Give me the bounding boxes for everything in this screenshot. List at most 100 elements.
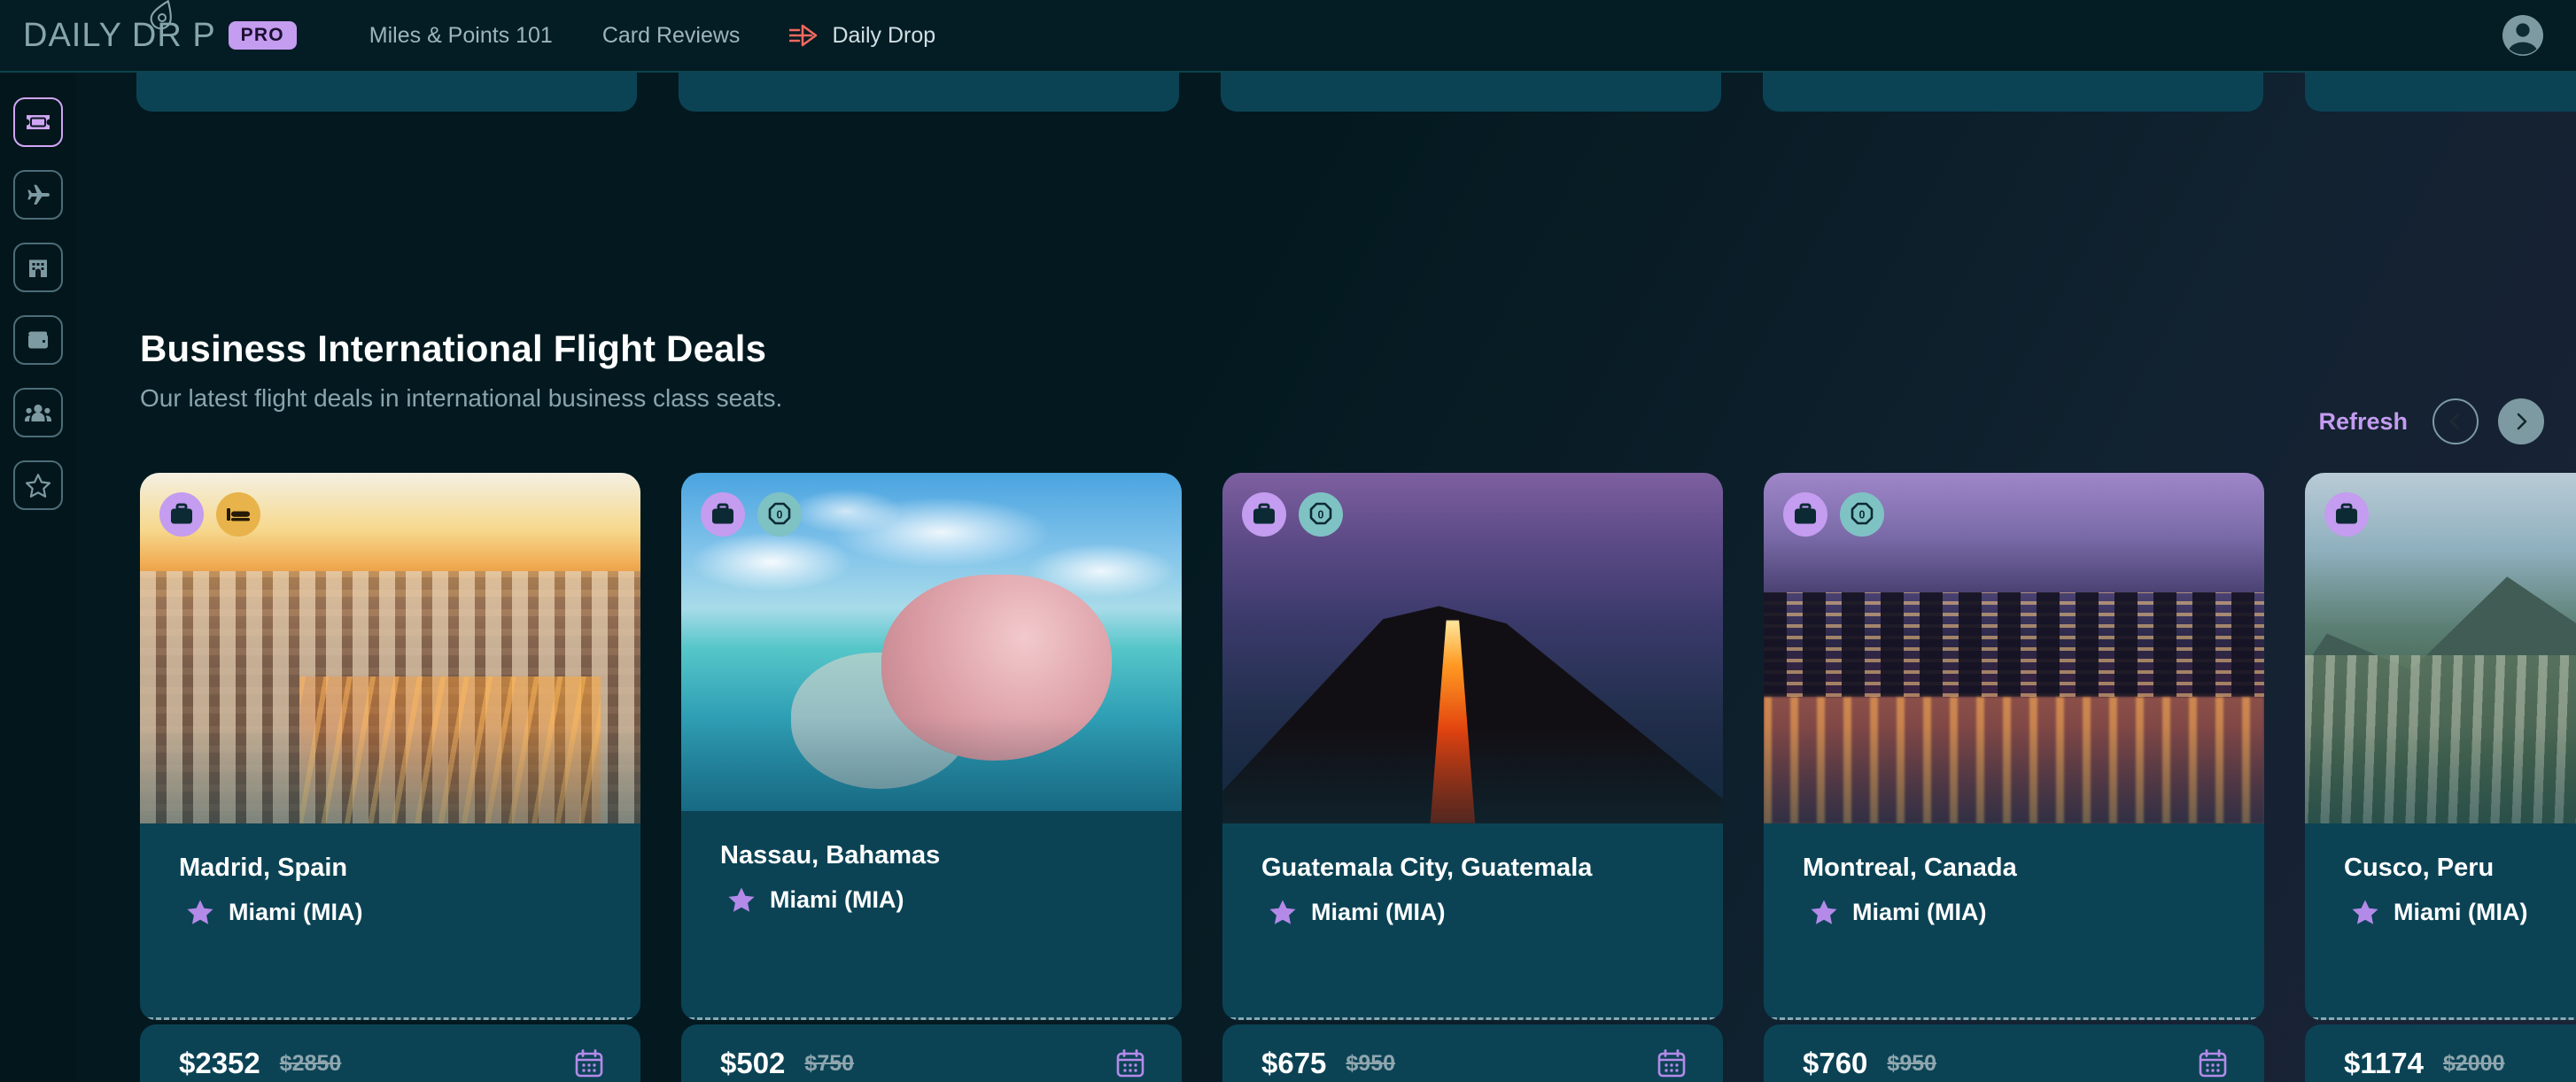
sidebar-item-saved[interactable] <box>13 460 63 510</box>
badge-nonstop: 0 <box>1299 492 1343 537</box>
deal-card-body: 0 Guatemala City, Guatemala Miami (MIA) <box>1222 473 1723 1020</box>
nonstop-zero-icon: 0 <box>768 502 791 525</box>
nonstop-zero-icon: 0 <box>1851 502 1874 525</box>
section-subtitle: Our latest flight deals in international… <box>140 384 783 412</box>
group-icon <box>25 404 51 421</box>
deal-origin-row: Miami (MIA) <box>720 886 1143 914</box>
brand-logo[interactable]: DAILY DR P PRO <box>23 0 297 55</box>
wallet-icon <box>28 331 48 349</box>
deal-calendar-button[interactable] <box>1656 1047 1688 1079</box>
refresh-button[interactable]: Refresh <box>2313 405 2413 439</box>
airplane-icon <box>27 184 50 205</box>
nav-link-label: Miles & Points 101 <box>369 22 553 48</box>
section-header: Business International Flight Deals Our … <box>140 328 2576 413</box>
sidebar-item-deals[interactable] <box>13 97 63 147</box>
calendar-icon <box>1657 1049 1686 1078</box>
svg-text:0: 0 <box>777 509 783 522</box>
deal-card-body: Cusco, Peru Miami (MIA) <box>2305 473 2576 1020</box>
deal-info: Montreal, Canada Miami (MIA) <box>1764 823 2264 926</box>
nav-link-daily-drop[interactable]: Daily Drop <box>764 16 960 56</box>
deal-card[interactable]: 0 Nassau, Bahamas Miami (MIA) $502 $750 <box>681 473 1182 1082</box>
nav-link-card-reviews[interactable]: Card Reviews <box>578 16 765 56</box>
deal-original-price: $950 <box>1346 1050 1396 1076</box>
badge-business-class <box>2324 492 2369 537</box>
star-icon <box>1269 900 1296 924</box>
deal-calendar-button[interactable] <box>573 1047 605 1079</box>
deal-price: $502 <box>720 1047 786 1079</box>
peek-card <box>1763 73 2263 112</box>
svg-text:0: 0 <box>1859 509 1866 522</box>
deal-card-body: 0 Montreal, Canada Miami (MIA) <box>1764 473 2264 1020</box>
deal-price: $675 <box>1261 1047 1327 1079</box>
deal-origin: Miami (MIA) <box>770 886 904 913</box>
deal-badges: 0 <box>701 492 802 537</box>
nav-link-miles-points-101[interactable]: Miles & Points 101 <box>345 16 578 56</box>
deal-badges: 0 <box>1242 492 1343 537</box>
sidebar-item-flights[interactable] <box>13 170 63 220</box>
calendar-icon <box>1116 1049 1144 1078</box>
deal-photo <box>140 473 640 823</box>
deal-price-bar: $1174 $2000 <box>2305 1024 2576 1082</box>
account-circle-icon <box>2502 15 2543 56</box>
calendar-icon <box>575 1049 603 1078</box>
star-outline-icon <box>25 473 51 498</box>
deal-card[interactable]: Cusco, Peru Miami (MIA) $1174 $2000 <box>2305 473 2576 1082</box>
deal-destination: Nassau, Bahamas <box>720 841 941 869</box>
nav-links: Miles & Points 101 Card Reviews Daily Dr… <box>345 16 960 56</box>
nav-link-label: Daily Drop <box>832 22 936 48</box>
carousel-prev-button[interactable] <box>2432 398 2479 444</box>
star-icon <box>187 900 213 924</box>
deal-calendar-button[interactable] <box>1114 1047 1146 1079</box>
deal-price: $2352 <box>179 1047 260 1079</box>
briefcase-icon <box>1795 503 1816 524</box>
deal-destination: Cusco, Peru <box>2344 854 2495 882</box>
sidebar-item-people[interactable] <box>13 388 63 437</box>
deal-info: Madrid, Spain Miami (MIA) <box>140 823 640 926</box>
deal-origin-row: Miami (MIA) <box>1803 899 2225 926</box>
carousel-next-button[interactable] <box>2498 398 2544 444</box>
nav-link-label: Card Reviews <box>601 22 741 48</box>
deal-info: Nassau, Bahamas Miami (MIA) <box>681 811 1182 914</box>
deal-origin: Miami (MIA) <box>1852 899 1987 925</box>
deal-card[interactable]: 0 Guatemala City, Guatemala Miami (MIA) <box>1222 473 1723 1082</box>
avatar[interactable] <box>2500 12 2546 58</box>
deal-price-bar: $760 $950 <box>1764 1024 2264 1082</box>
drop-icon <box>150 0 172 30</box>
svg-text:0: 0 <box>1318 509 1324 522</box>
sidebar-item-cards[interactable] <box>13 315 63 365</box>
deal-price: $1174 <box>2344 1047 2424 1079</box>
brand-wordmark: DAILY DR P <box>23 16 216 54</box>
sidebar-item-hotels[interactable] <box>13 243 63 292</box>
deal-card[interactable]: 0 Montreal, Canada Miami (MIA) $760 $950 <box>1764 473 2264 1082</box>
deal-calendar-button[interactable] <box>2197 1047 2229 1079</box>
briefcase-icon <box>1253 503 1275 524</box>
ticket-perforation <box>140 1017 640 1020</box>
badge-business-class <box>1242 492 1286 537</box>
app-root: DAILY DR P PRO Miles & Points 101 Card R… <box>0 0 2576 1082</box>
carousel-controls: Refresh <box>2313 398 2544 444</box>
badge-nonstop: 0 <box>1840 492 1884 537</box>
pro-badge: PRO <box>228 21 297 50</box>
badge-business-class <box>701 492 745 537</box>
deal-photo: 0 <box>681 473 1182 811</box>
deal-info: Guatemala City, Guatemala Miami (MIA) <box>1222 823 1723 926</box>
deal-origin-row: Miami (MIA) <box>179 899 601 926</box>
ticket-perforation <box>1764 1017 2264 1020</box>
deal-destination: Madrid, Spain <box>179 854 348 882</box>
deal-origin: Miami (MIA) <box>2394 899 2528 925</box>
deal-badges: 0 <box>1783 492 1884 537</box>
star-icon <box>728 887 755 912</box>
deal-photo: 0 <box>1764 473 2264 823</box>
deal-price-bar: $675 $950 <box>1222 1024 1723 1082</box>
deal-badges <box>159 492 260 537</box>
page-title: Business International Flight Deals <box>140 328 767 369</box>
peek-card <box>2305 73 2576 112</box>
deal-price: $760 <box>1803 1047 1868 1079</box>
deal-origin-row: Miami (MIA) <box>1261 899 1684 926</box>
lie-flat-seat-icon <box>227 508 250 522</box>
deal-card[interactable]: Madrid, Spain Miami (MIA) $2352 $2850 <box>140 473 640 1082</box>
deal-original-price: $2000 <box>2442 1050 2505 1076</box>
peek-card <box>1221 73 1721 112</box>
deal-info: Cusco, Peru Miami (MIA) <box>2305 823 2576 926</box>
previous-section-peek <box>136 73 2576 112</box>
